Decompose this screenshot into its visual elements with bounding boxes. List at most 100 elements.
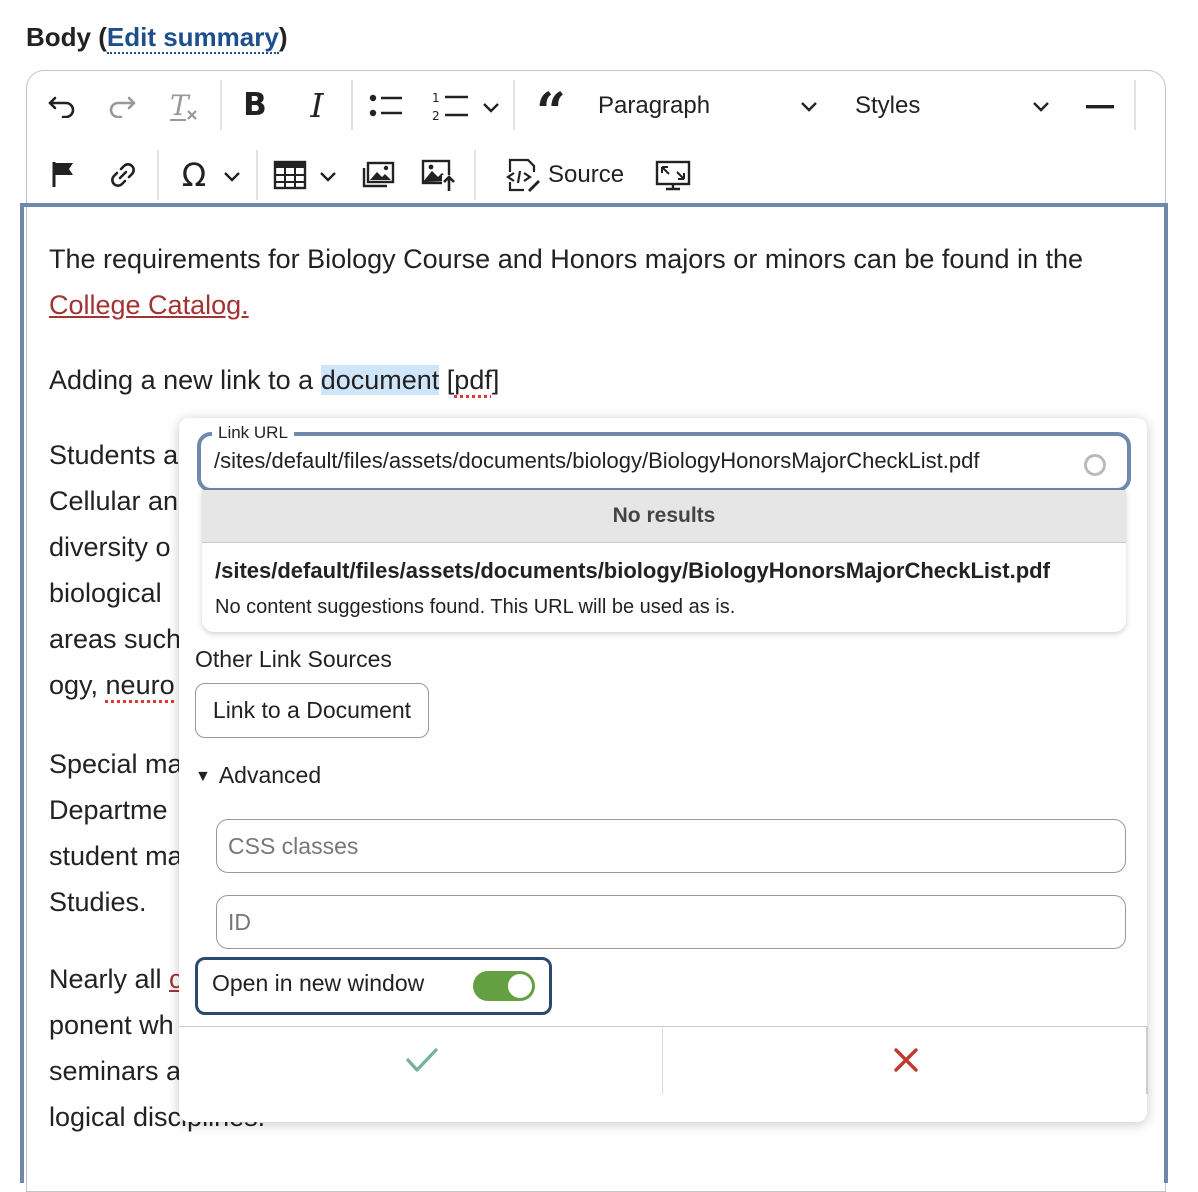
paragraph-line: Students a bbox=[49, 440, 179, 470]
quote-icon: “ bbox=[536, 82, 566, 143]
paragraph-text: Adding a new link to a bbox=[49, 365, 321, 395]
toolbar-separator bbox=[157, 150, 159, 200]
autocomplete-message: No content suggestions found. This URL w… bbox=[215, 596, 736, 618]
link-to-document-button[interactable]: Link to a Document bbox=[195, 683, 429, 738]
chevron-down-icon bbox=[320, 172, 336, 182]
paragraph-line: Cellular an bbox=[49, 486, 179, 516]
italic-button[interactable]: I bbox=[298, 84, 336, 126]
balloon-footer-separator bbox=[662, 1026, 663, 1094]
selected-text[interactable]: document bbox=[320, 365, 440, 395]
advanced-toggle[interactable]: ▼ Advanced bbox=[195, 762, 321, 789]
numbered-list-icon: 12 bbox=[432, 91, 468, 123]
paragraph-line: Departme bbox=[49, 795, 168, 825]
bold-icon: B bbox=[243, 87, 267, 123]
anchor-button[interactable] bbox=[46, 156, 80, 192]
undo-button[interactable] bbox=[44, 88, 80, 124]
paragraph-text: Nearly all bbox=[49, 964, 170, 994]
link-icon bbox=[111, 163, 135, 187]
horizontal-line-button[interactable] bbox=[1082, 94, 1118, 120]
paragraph-text: ] bbox=[491, 365, 500, 395]
flag-icon bbox=[52, 162, 73, 187]
paragraph-dropdown[interactable]: Paragraph bbox=[598, 88, 828, 124]
fullscreen-icon bbox=[655, 160, 691, 191]
content-paragraph-2: Adding a new link to a document [pdf] bbox=[49, 357, 499, 403]
save-link-button[interactable] bbox=[400, 1040, 444, 1080]
fullscreen-button[interactable] bbox=[652, 156, 694, 194]
edit-summary-link[interactable]: Edit summary bbox=[106, 22, 279, 54]
other-link-sources-label: Other Link Sources bbox=[195, 646, 392, 672]
paragraph-line: diversity o bbox=[49, 532, 171, 562]
block-quote-button[interactable]: “ bbox=[528, 86, 574, 139]
paragraph-line: areas such bbox=[49, 624, 182, 654]
switch-knob bbox=[508, 974, 532, 998]
bulleted-list-icon bbox=[369, 94, 402, 117]
paragraph-text: ogy, bbox=[49, 670, 106, 700]
horizontal-line-icon bbox=[1086, 105, 1114, 109]
chevron-down-icon bbox=[1033, 102, 1049, 112]
toolbar-separator bbox=[1134, 80, 1136, 130]
table-icon bbox=[273, 160, 307, 190]
bold-button[interactable]: B bbox=[236, 84, 274, 126]
toolbar-separator bbox=[474, 150, 476, 200]
toolbar-separator bbox=[256, 150, 258, 200]
balloon-footer-edge bbox=[1146, 1026, 1148, 1094]
remove-format-icon: T bbox=[170, 89, 197, 122]
link-button[interactable] bbox=[104, 156, 142, 194]
media-library-icon bbox=[362, 161, 395, 188]
content-paragraph-1: The requirements for Biology Course and … bbox=[49, 236, 1149, 328]
insert-table-button[interactable] bbox=[270, 156, 310, 194]
content-paragraph-4: Special ma Departme student ma Studies. bbox=[49, 741, 183, 925]
svg-text:2: 2 bbox=[432, 109, 440, 123]
misspelled-word[interactable]: pdf bbox=[454, 365, 492, 395]
close-icon bbox=[894, 1048, 918, 1072]
new-window-switch[interactable] bbox=[473, 971, 535, 1001]
autocomplete-suggestion[interactable]: /sites/default/files/assets/documents/bi… bbox=[215, 558, 1050, 584]
css-classes-placeholder: CSS classes bbox=[228, 832, 359, 859]
undo-icon bbox=[48, 96, 75, 118]
redo-icon bbox=[109, 96, 136, 118]
link-url-input[interactable]: /sites/default/files/assets/documents/bi… bbox=[214, 448, 1074, 474]
numbered-list-dropdown[interactable] bbox=[478, 94, 504, 120]
paragraph-line: Studies. bbox=[49, 887, 147, 917]
checkmark-icon bbox=[406, 1048, 438, 1072]
open-in-new-window-label: Open in new window bbox=[212, 970, 425, 996]
autocomplete-header: No results bbox=[202, 490, 1126, 543]
toolbar-separator bbox=[513, 80, 515, 130]
special-characters-dropdown[interactable] bbox=[220, 163, 244, 189]
svg-text:T: T bbox=[170, 89, 191, 122]
css-classes-input[interactable]: CSS classes bbox=[216, 819, 1126, 873]
chevron-down-icon bbox=[801, 102, 817, 112]
numbered-list-button[interactable]: 12 bbox=[428, 86, 472, 126]
paragraph-line: Special ma bbox=[49, 749, 183, 779]
field-label-prefix: Body ( bbox=[26, 22, 107, 52]
insert-table-dropdown[interactable] bbox=[316, 163, 340, 189]
field-label: Body (Edit summary) bbox=[26, 22, 288, 54]
id-placeholder: ID bbox=[228, 908, 251, 935]
toolbar-separator bbox=[351, 80, 353, 130]
loading-spinner-icon bbox=[1084, 454, 1106, 476]
id-input[interactable]: ID bbox=[216, 895, 1126, 949]
source-button[interactable]: Source bbox=[504, 154, 628, 196]
cancel-link-button[interactable] bbox=[884, 1040, 928, 1080]
college-catalog-link[interactable]: College Catalog. bbox=[49, 290, 249, 320]
source-code-icon bbox=[506, 158, 540, 192]
svg-text:1: 1 bbox=[432, 91, 440, 105]
special-characters-button[interactable]: Ω bbox=[174, 154, 214, 196]
bulleted-list-button[interactable] bbox=[366, 88, 406, 124]
misspelled-word[interactable]: neuro bbox=[106, 670, 175, 700]
styles-dropdown[interactable]: Styles bbox=[855, 88, 1060, 124]
field-label-suffix: ) bbox=[278, 22, 288, 52]
balloon-footer-divider bbox=[179, 1026, 1147, 1027]
autocomplete-dropdown: No results /sites/default/files/assets/d… bbox=[202, 490, 1126, 632]
paragraph-line: ogy, neuro bbox=[49, 662, 181, 708]
image-upload-icon bbox=[421, 159, 456, 191]
omega-icon: Ω bbox=[181, 156, 207, 194]
advanced-label: Advanced bbox=[218, 762, 322, 788]
paragraph-text: The requirements for Biology Course and … bbox=[49, 244, 1084, 274]
insert-media-button[interactable] bbox=[358, 156, 398, 194]
toolbar-separator bbox=[220, 80, 222, 130]
redo-button[interactable] bbox=[104, 88, 140, 124]
remove-format-button[interactable]: T bbox=[164, 86, 204, 126]
source-label: Source bbox=[548, 161, 625, 188]
upload-image-button[interactable] bbox=[418, 154, 460, 196]
